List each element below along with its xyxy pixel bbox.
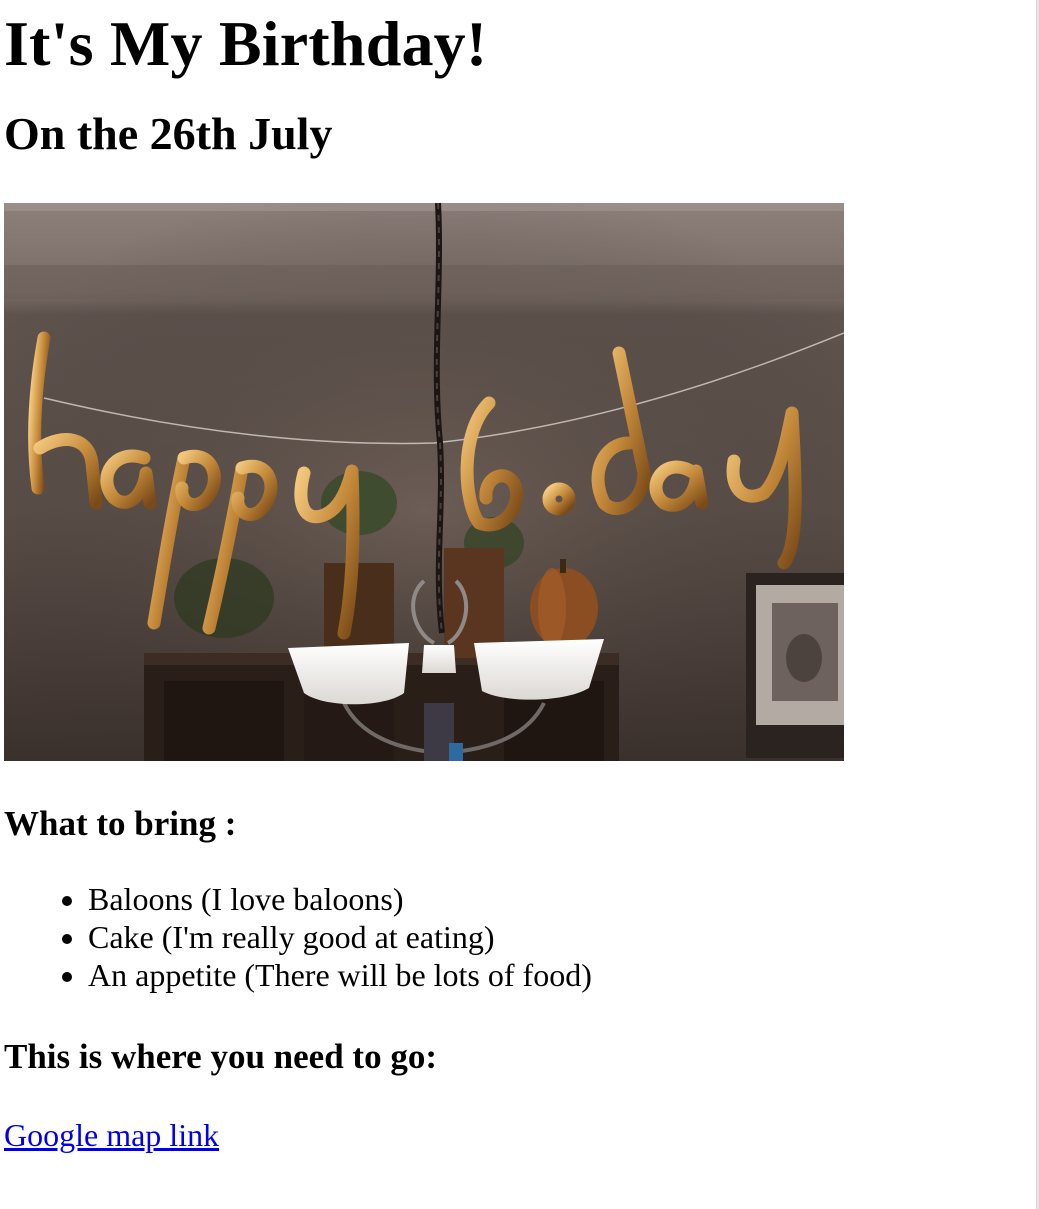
- page: It's My Birthday! On the 26th July What …: [0, 0, 1036, 1209]
- birthday-photo: [4, 203, 844, 761]
- wall-frame: [746, 573, 844, 758]
- list-item: An appetite (There will be lots of food): [88, 956, 1036, 994]
- bring-heading: What to bring :: [4, 804, 237, 843]
- list-item: Baloons (I love baloons): [88, 880, 1036, 918]
- bring-list: Baloons (I love baloons) Cake (I'm reall…: [4, 880, 1036, 994]
- location-heading: This is where you need to go:: [4, 1037, 437, 1076]
- list-item: Cake (I'm really good at eating): [88, 918, 1036, 956]
- google-map-link[interactable]: Google map link: [4, 1116, 219, 1154]
- date-subtitle: On the 26th July: [4, 108, 333, 159]
- page-title: It's My Birthday!: [4, 8, 488, 79]
